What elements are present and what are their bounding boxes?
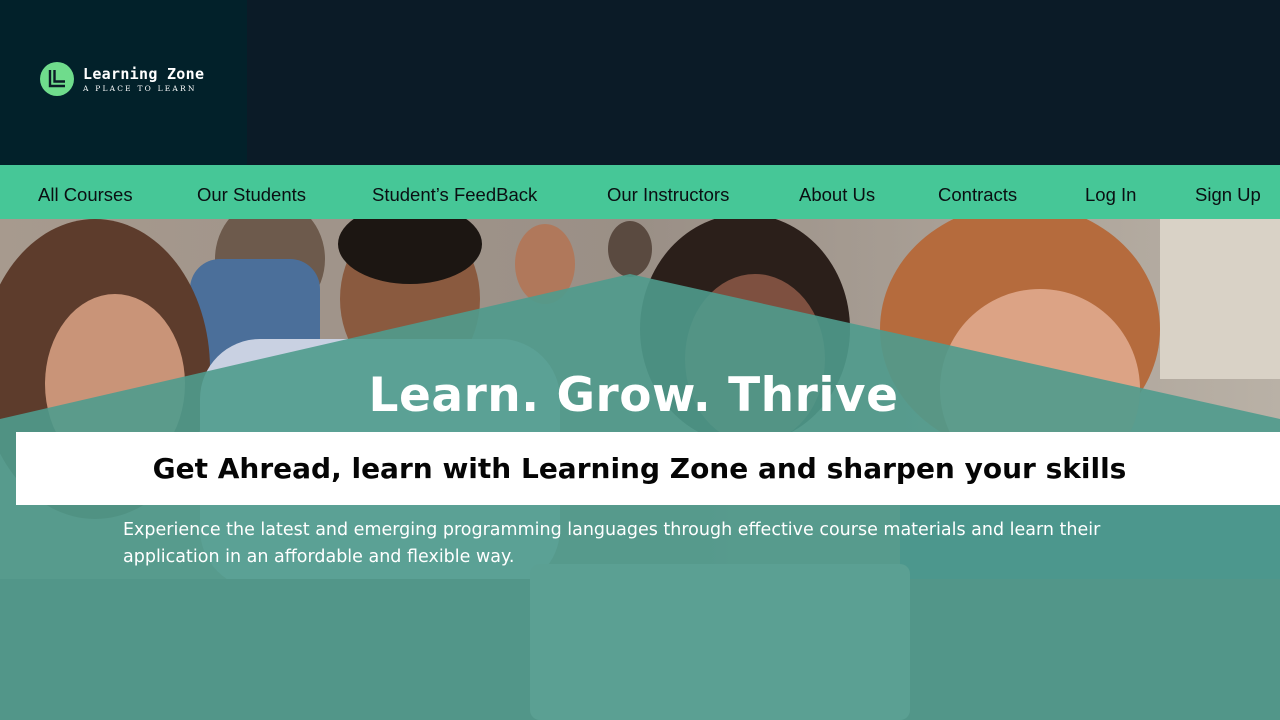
nav-our-students[interactable]: Our Students <box>197 183 306 207</box>
hero-subheading: Get Ahread, learn with Learning Zone and… <box>152 452 1127 485</box>
nav-log-in[interactable]: Log In <box>1085 183 1136 207</box>
main-nav: All Courses Our Students Student’s FeedB… <box>0 165 1280 219</box>
hero-description: Experience the latest and emerging progr… <box>123 520 1101 567</box>
brand-logo[interactable]: Learning Zone A PLACE TO LEARN <box>40 62 204 96</box>
logo-panel: Learning Zone A PLACE TO LEARN <box>0 0 247 165</box>
hero-section: Learn. Grow. Thrive Get Ahread, learn wi… <box>0 219 1280 720</box>
nav-our-instructors[interactable]: Our Instructors <box>607 183 729 207</box>
logo-text: Learning Zone A PLACE TO LEARN <box>83 65 204 94</box>
learning-zone-logo-icon <box>40 62 74 96</box>
nav-contracts[interactable]: Contracts <box>938 183 1017 207</box>
nav-sign-up[interactable]: Sign Up <box>1195 183 1261 207</box>
site-header: Learning Zone A PLACE TO LEARN <box>0 0 1280 165</box>
nav-all-courses[interactable]: All Courses <box>38 183 133 207</box>
brand-name: Learning Zone <box>83 64 205 83</box>
nav-about-us[interactable]: About Us <box>799 183 875 207</box>
nav-student-feedback[interactable]: Student’s FeedBack <box>372 183 537 207</box>
brand-tagline: A PLACE TO LEARN <box>83 83 197 93</box>
hero-title: Learn. Grow. Thrive <box>368 368 899 423</box>
subheading-band: Get Ahread, learn with Learning Zone and… <box>16 432 1280 505</box>
